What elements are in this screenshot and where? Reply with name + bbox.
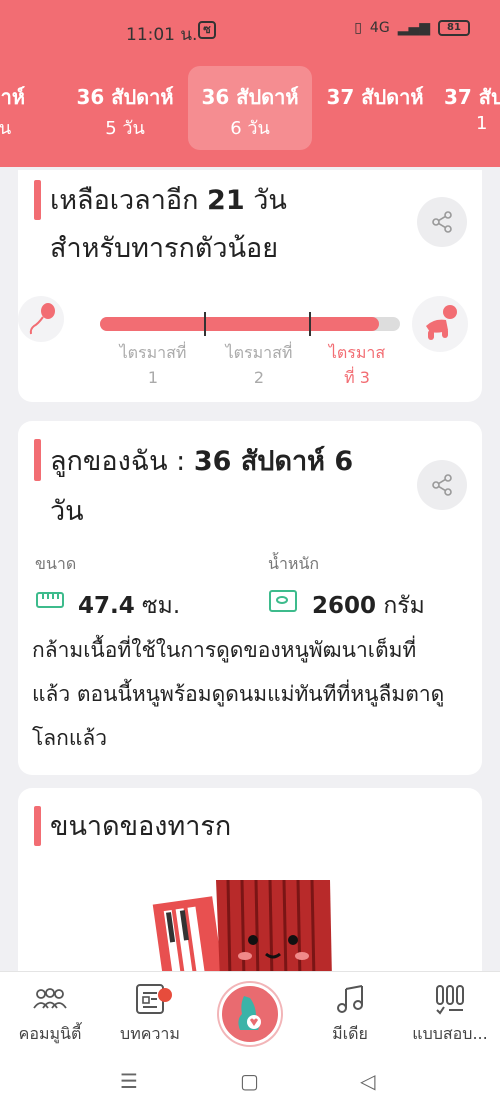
tab-week-label: 36 สัปดาห์ [201, 85, 299, 109]
tab-day-label: 5 วัน [105, 118, 145, 139]
countdown-subtitle: สำหรับทารกตัวน้อย [50, 233, 279, 264]
battery-icon: 81 [438, 20, 470, 36]
tab-day-label: วัน [0, 118, 12, 139]
trimester-label-line1: ไตรมาสที่ [225, 343, 293, 362]
trimester-label-line2: ที่ 3 [344, 368, 370, 387]
trimester-progress-fill [100, 317, 379, 331]
size-label: ขนาด [35, 554, 77, 573]
tab-week-label: 37 สัป [444, 85, 500, 109]
countdown-days: 21 [207, 185, 245, 216]
nav-community[interactable]: คอมมูนิตี้ [0, 982, 100, 1047]
nav-quiz[interactable]: แบบสอบ... [400, 982, 500, 1047]
share-button[interactable] [417, 197, 467, 247]
menu-icon[interactable]: ☰ [120, 1069, 138, 1093]
size-number: 47.4 [78, 593, 135, 619]
trimester-2-label: ไตรมาสที่ 2 [204, 340, 314, 390]
week-tabs: ปดาห์ วัน 36 สัปดาห์ 5 วัน 36 สัปดาห์ 6 … [0, 66, 500, 152]
tab-week-label: 36 สัปดาห์ [76, 85, 174, 109]
baby-crawling-icon [412, 296, 468, 352]
nav-community-label: คอมมูนิตี้ [18, 1024, 82, 1043]
notification-badge [158, 988, 172, 1002]
weight-value: 2600 กรัม [312, 588, 425, 624]
tab-day-label: 1 [476, 113, 488, 134]
size-unit: ซม. [134, 593, 181, 619]
pregnant-mother-icon [223, 987, 277, 1041]
card-accent-bar [34, 439, 41, 481]
article-icon [100, 982, 200, 1016]
weight-label: น้ำหนัก [268, 554, 320, 573]
share-icon [432, 211, 452, 233]
app-notification-icon: ซ [198, 21, 216, 39]
baby-title-weeks: 36 สัปดาห์ 6 [193, 446, 354, 477]
size-card-title: ขนาดของทารก [50, 811, 232, 842]
nav-media-label: มีเดีย [332, 1024, 368, 1043]
trimester-label-line1: ไตรมาสที่ [119, 343, 187, 362]
tab-week[interactable]: 37 สัป 1 [438, 66, 500, 150]
tab-week[interactable]: ปดาห์ วัน [0, 66, 62, 150]
trimester-tick [204, 312, 206, 336]
community-icon [0, 982, 100, 1016]
trimester-label-line2: 2 [253, 368, 265, 387]
back-icon[interactable]: ◁ [360, 1069, 375, 1093]
tab-week[interactable]: 36 สัปดาห์ 5 วัน [63, 66, 187, 150]
countdown-title: เหลือเวลาอีก 21 วัน [50, 178, 287, 224]
system-navigation: ☰ ▢ ◁ [0, 1051, 500, 1111]
home-icon[interactable]: ▢ [240, 1069, 259, 1093]
countdown-prefix: เหลือเวลาอีก [50, 185, 208, 216]
tab-week[interactable]: 37 สัปดาห์ [313, 66, 437, 150]
trimester-label-line2: 1 [147, 368, 159, 387]
tab-day-label: 6 วัน [230, 118, 270, 139]
header: 11:01 น. ซ ▯ 4G ▂▄▆ 81 ปดาห์ วัน 36 สัปด… [0, 0, 500, 167]
music-note-icon [300, 982, 400, 1016]
countdown-suffix: วัน [244, 185, 287, 216]
share-icon [432, 474, 452, 496]
vibrate-icon: ▯ [354, 20, 362, 36]
nav-quiz-label: แบบสอบ... [412, 1024, 488, 1043]
baby-card-title-line2: วัน [50, 496, 84, 527]
ruler-icon [36, 592, 64, 608]
share-button[interactable] [417, 460, 467, 510]
trimester-progress-bar [100, 312, 400, 336]
trimester-3-label: ไตรมาส ที่ 3 [302, 340, 412, 390]
signal-icon: ▂▄▆ [397, 20, 430, 36]
weight-unit: กรัม [376, 593, 425, 619]
tab-week-active[interactable]: 36 สัปดาห์ 6 วัน [188, 66, 312, 150]
trimester-label-line1: ไตรมาส [328, 343, 386, 362]
pregnancy-home-button[interactable] [219, 983, 281, 1045]
nav-media[interactable]: มีเดีย [300, 982, 400, 1047]
sperm-icon [18, 296, 64, 342]
weight-number: 2600 [312, 593, 377, 619]
trimester-tick [309, 312, 311, 336]
tab-week-label: ปดาห์ [0, 85, 26, 109]
card-accent-bar [34, 806, 41, 846]
card-accent-bar [34, 180, 41, 220]
quiz-icon [400, 982, 500, 1016]
network-icon: 4G [369, 20, 390, 36]
baby-card-title: ลูกของฉัน : 36 สัปดาห์ 6 [50, 439, 353, 485]
status-bar: 11:01 น. ซ ▯ 4G ▂▄▆ 81 [0, 0, 500, 62]
accordion-illustration [152, 879, 332, 980]
baby-title-prefix: ลูกของฉัน : [50, 446, 194, 477]
nav-articles-label: บทความ [120, 1024, 180, 1043]
size-value: 47.4 ซม. [78, 588, 180, 624]
status-icons: ▯ 4G ▂▄▆ 81 [354, 20, 470, 36]
trimester-1-label: ไตรมาสที่ 1 [98, 340, 208, 390]
status-time: 11:01 น. [126, 25, 198, 45]
baby-description: กล้ามเนื้อที่ใช้ในการดูดของหนูพัฒนาเต็มท… [32, 638, 445, 750]
nav-articles[interactable]: บทความ [100, 982, 200, 1047]
tab-week-label: 37 สัปดาห์ [326, 85, 424, 109]
scale-icon [269, 590, 297, 612]
